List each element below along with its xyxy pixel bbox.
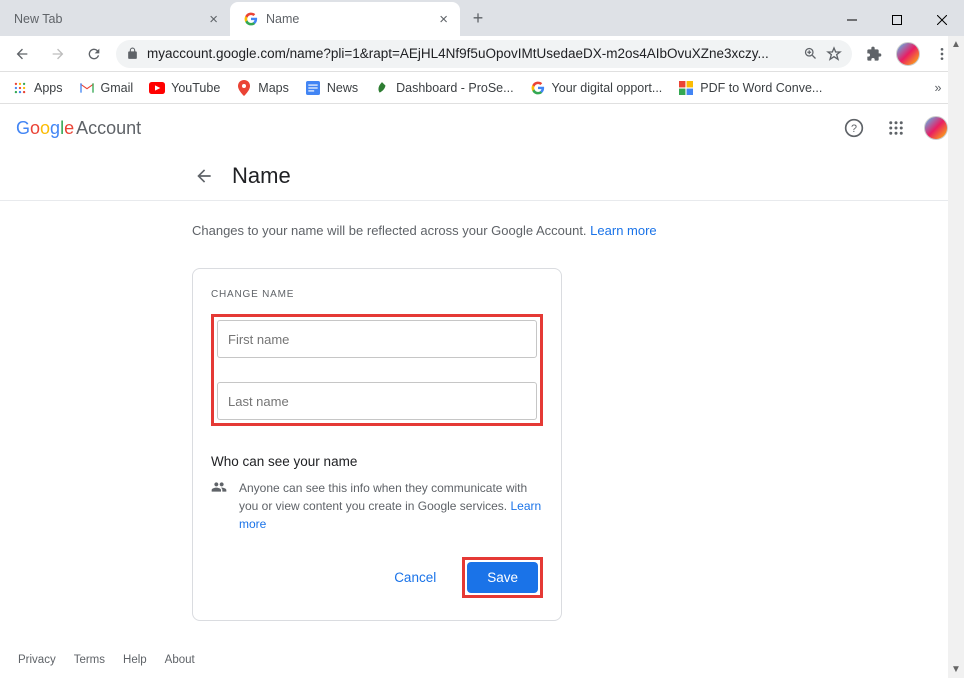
bookmark-news[interactable]: News [305, 80, 358, 96]
people-icon [211, 479, 227, 533]
app-header: Google Account ? [0, 104, 964, 152]
scroll-up-icon[interactable]: ▲ [951, 36, 961, 53]
bookmark-youtube[interactable]: YouTube [149, 80, 220, 96]
footer-links: Privacy Terms Help About [18, 654, 195, 666]
maps-icon [236, 80, 252, 96]
new-tab-button[interactable]: + [464, 4, 492, 32]
page-title-row: Name [0, 152, 964, 200]
zoom-icon[interactable] [803, 46, 818, 61]
bookmark-label: Your digital opport... [552, 81, 663, 95]
svg-text:?: ? [851, 123, 857, 135]
help-button[interactable]: ? [840, 114, 868, 142]
last-name-placeholder: Last name [228, 394, 289, 409]
main-content: Changes to your name will be reflected a… [0, 201, 754, 621]
bookmark-pdf[interactable]: PDF to Word Conve... [678, 80, 822, 96]
bookmark-label: News [327, 81, 358, 95]
extensions-button[interactable] [860, 40, 888, 68]
maximize-button[interactable] [874, 4, 919, 36]
footer-privacy[interactable]: Privacy [18, 654, 56, 666]
google-icon [530, 80, 546, 96]
leaf-icon [374, 80, 390, 96]
page-back-button[interactable] [192, 164, 216, 188]
footer-help[interactable]: Help [123, 654, 147, 666]
page-title: Name [232, 163, 291, 189]
intro-text-body: Changes to your name will be reflected a… [192, 223, 590, 238]
news-icon [305, 80, 321, 96]
footer-about[interactable]: About [165, 654, 195, 666]
save-highlight: Save [462, 557, 543, 598]
last-name-field[interactable]: Last name [217, 382, 537, 420]
minimize-button[interactable] [829, 4, 874, 36]
gmail-icon [79, 80, 95, 96]
save-button[interactable]: Save [467, 562, 538, 593]
bookmark-maps[interactable]: Maps [236, 80, 289, 96]
who-can-see-title: Who can see your name [211, 454, 543, 469]
forward-button[interactable] [44, 40, 72, 68]
url-text: myaccount.google.com/name?pli=1&rapt=AEj… [147, 46, 795, 61]
tab-title: New Tab [14, 12, 62, 26]
who-can-see-row: Anyone can see this info when they commu… [211, 479, 543, 533]
bookmark-label: YouTube [171, 81, 220, 95]
close-window-button[interactable] [919, 4, 964, 36]
close-icon[interactable]: × [209, 11, 218, 28]
first-name-placeholder: First name [228, 332, 289, 347]
address-bar[interactable]: myaccount.google.com/name?pli=1&rapt=AEj… [116, 40, 852, 68]
bookmark-label: Maps [258, 81, 289, 95]
bookmark-apps[interactable]: Apps [12, 80, 63, 96]
star-icon[interactable] [826, 46, 842, 62]
who-can-see-text: Anyone can see this info when they commu… [239, 479, 543, 533]
profile-avatar[interactable] [896, 42, 920, 66]
tab-name[interactable]: Name × [230, 2, 460, 36]
bookmark-label: Gmail [101, 81, 134, 95]
apps-grid-button[interactable] [882, 114, 910, 142]
bookmark-label: PDF to Word Conve... [700, 81, 822, 95]
account-label: Account [76, 118, 141, 139]
reload-button[interactable] [80, 40, 108, 68]
bookmark-label: Apps [34, 81, 63, 95]
browser-toolbar: myaccount.google.com/name?pli=1&rapt=AEj… [0, 36, 964, 72]
form-actions: Cancel Save [211, 557, 543, 598]
tab-title: Name [266, 12, 299, 26]
scrollbar[interactable]: ▲ ▼ [948, 36, 964, 678]
pdf-icon [678, 80, 694, 96]
bookmark-dashboard[interactable]: Dashboard - ProSe... [374, 80, 513, 96]
browser-titlebar: New Tab × Name × + [0, 0, 964, 36]
change-name-card: CHANGE NAME First name Last name Who can… [192, 268, 562, 621]
intro-text: Changes to your name will be reflected a… [192, 223, 754, 238]
bookmark-label: Dashboard - ProSe... [396, 81, 513, 95]
google-favicon [244, 12, 258, 26]
bookmarks-bar: Apps Gmail YouTube Maps News Dashboard -… [0, 72, 964, 104]
google-logo: Google [16, 118, 74, 139]
who-text-body: Anyone can see this info when they commu… [239, 481, 527, 513]
scroll-down-icon[interactable]: ▼ [951, 661, 961, 678]
first-name-field[interactable]: First name [217, 320, 537, 358]
cancel-button[interactable]: Cancel [384, 562, 446, 593]
learn-more-link[interactable]: Learn more [590, 223, 656, 238]
close-icon[interactable]: × [439, 11, 448, 28]
footer-terms[interactable]: Terms [74, 654, 105, 666]
card-label: CHANGE NAME [211, 289, 543, 300]
bookmark-gmail[interactable]: Gmail [79, 80, 134, 96]
youtube-icon [149, 80, 165, 96]
name-fields-highlight: First name Last name [211, 314, 543, 426]
bookmark-digital[interactable]: Your digital opport... [530, 80, 663, 96]
apps-icon [12, 80, 28, 96]
window-controls [829, 4, 964, 36]
lock-icon [126, 47, 139, 60]
tab-new-tab[interactable]: New Tab × [0, 2, 230, 36]
account-avatar[interactable] [924, 116, 948, 140]
back-button[interactable] [8, 40, 36, 68]
